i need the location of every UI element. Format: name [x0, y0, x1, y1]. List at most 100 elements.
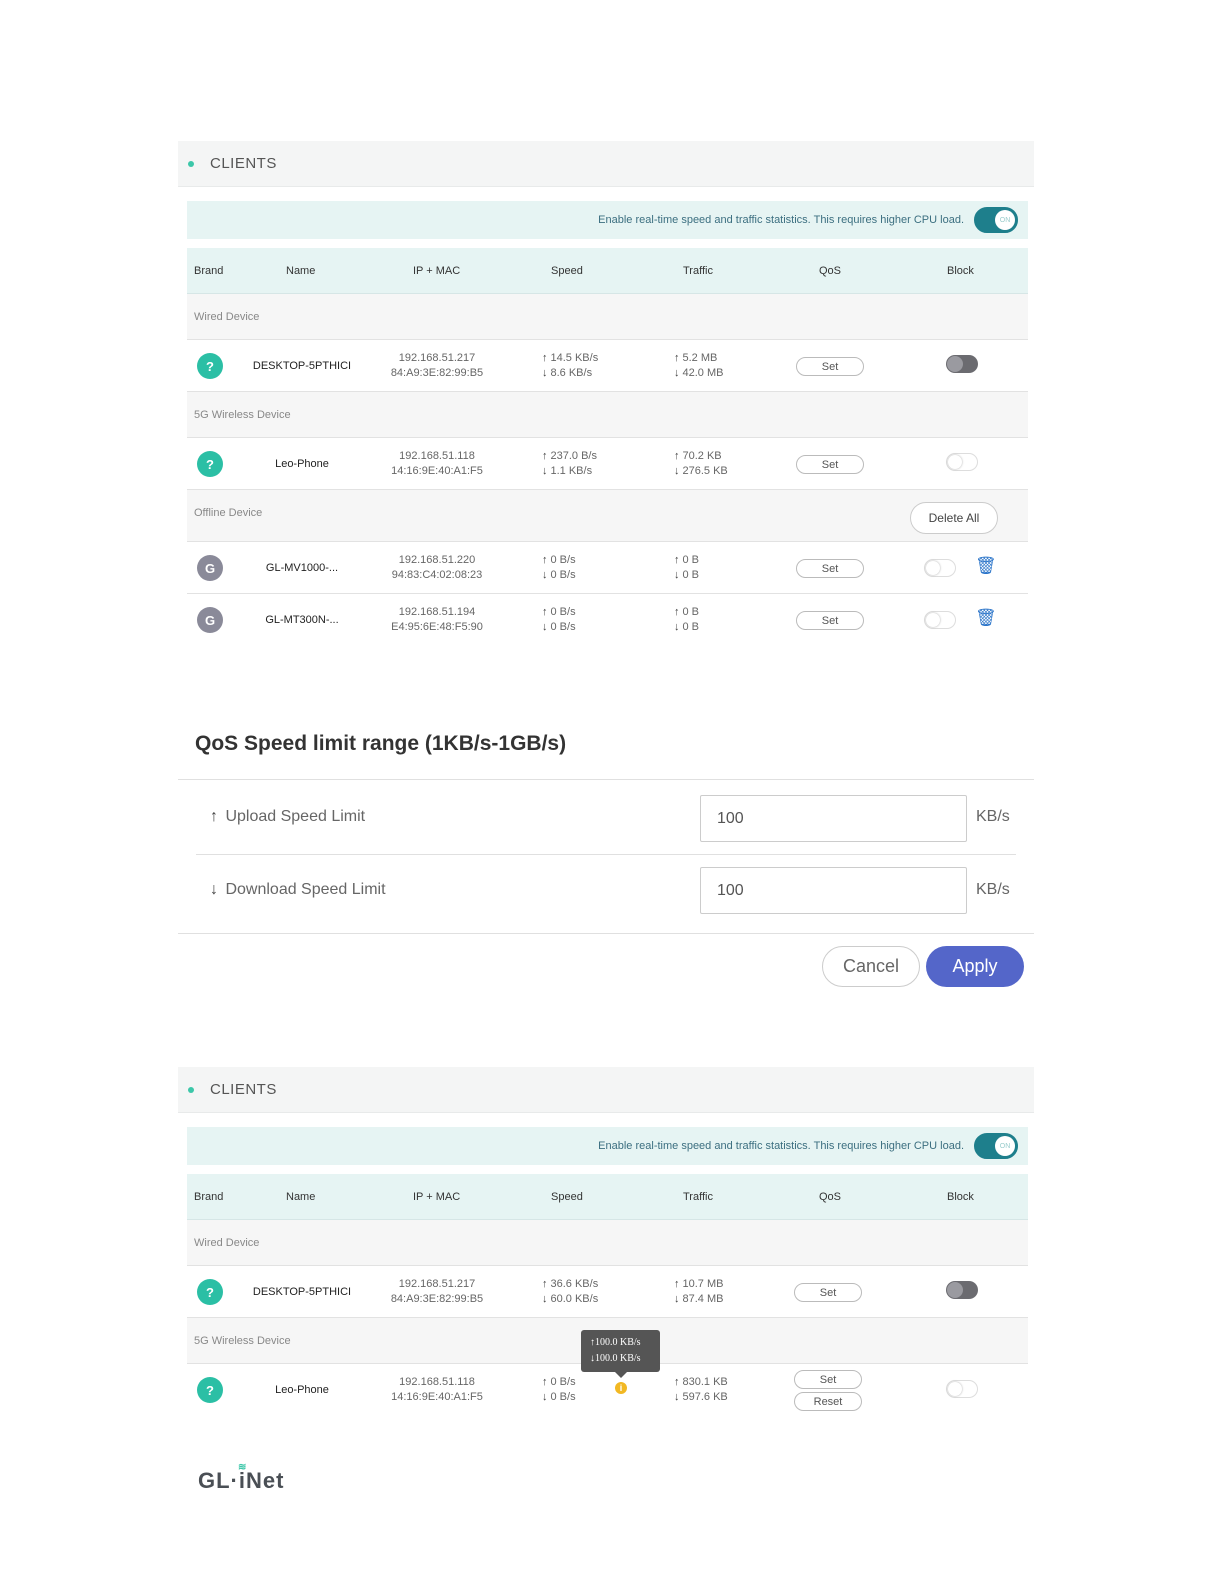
col-brand: Brand [194, 1191, 224, 1203]
apply-button[interactable]: Apply [926, 946, 1024, 987]
gl-brand-icon: G [197, 607, 223, 633]
device-name: DESKTOP-5PTHICI [252, 360, 352, 372]
qos-set-button[interactable]: Set [796, 559, 864, 578]
speed: ↑ 0 B/s ↓ 0 B/s [542, 553, 576, 583]
stats-toggle[interactable]: ON [974, 207, 1018, 233]
qos-reset-button[interactable]: Reset [794, 1392, 862, 1411]
arrow-up-icon: ↑ [674, 1278, 680, 1290]
device-name: Leo-Phone [275, 1384, 329, 1396]
block-toggle[interactable] [946, 355, 978, 373]
toggle-knob: ON [995, 210, 1015, 230]
arrow-up-icon: ↑ [542, 352, 548, 364]
speed: ↑ 0 B/s ↓ 0 B/s [542, 605, 576, 635]
stats-bar: Enable real-time speed and traffic stati… [187, 1127, 1028, 1165]
delete-all-button[interactable]: Delete All [910, 502, 998, 534]
speed-down: 0 B/s [550, 569, 576, 581]
speed-up: 0 B/s [550, 554, 576, 566]
block-toggle[interactable] [946, 1380, 978, 1398]
cancel-button[interactable]: Cancel [822, 946, 920, 987]
group-label: Offline Device [194, 507, 263, 519]
traffic: ↑ 0 B ↓ 0 B [674, 553, 699, 583]
traffic: ↑ 830.1 KB ↓ 597.6 KB [674, 1375, 728, 1405]
speed-down: 0 B/s [550, 1391, 576, 1403]
device-name: GL-MV1000-... [265, 562, 339, 574]
wifi-icon: ≋ [238, 1462, 248, 1473]
col-qos: QoS [819, 265, 842, 277]
qos-set-button[interactable]: Set [796, 455, 864, 474]
col-name: Name [286, 1191, 316, 1203]
group-label: Wired Device [194, 311, 260, 323]
unit-label: KB/s [976, 881, 1010, 898]
traffic-up: 830.1 KB [682, 1376, 728, 1388]
divider [178, 779, 1034, 780]
group-offline: Offline Device Delete All [187, 490, 1028, 542]
col-traffic: Traffic [683, 1191, 713, 1203]
col-ip-mac: IP + MAC [413, 1191, 461, 1203]
traffic-down: 0 B [682, 621, 700, 633]
col-speed: Speed [551, 1191, 583, 1203]
trash-icon[interactable]: 🗑 [975, 608, 997, 628]
arrow-up-icon: ↑ [674, 1376, 680, 1388]
stats-toggle[interactable]: ON [974, 1133, 1018, 1159]
col-speed: Speed [551, 265, 583, 277]
ip-mac: 192.168.51.220 94:83:C4:02:08:23 [382, 553, 492, 583]
ip: 192.168.51.217 [398, 352, 476, 364]
traffic-up: 0 B [682, 554, 700, 566]
upload-limit-input[interactable]: 100 [700, 795, 967, 842]
arrow-down-icon: ↓ [542, 621, 548, 633]
table-row: ? Leo-Phone 192.168.51.118 14:16:9E:40:A1… [187, 438, 1028, 490]
qos-set-button[interactable]: Set [794, 1370, 862, 1389]
group-wired: Wired Device [187, 1220, 1028, 1266]
col-brand: Brand [194, 265, 224, 277]
qos-set-button[interactable]: Set [796, 611, 864, 630]
arrow-down-icon: ↓ [674, 1293, 680, 1305]
table-row: ? DESKTOP-5PTHICI 192.168.51.217 84:A9:3E… [187, 340, 1028, 392]
table-header: Brand Name IP + MAC Speed Traffic QoS Bl… [187, 248, 1028, 294]
qos-set-button[interactable]: Set [796, 357, 864, 376]
unknown-brand-icon: ? [197, 353, 223, 379]
qos-set-button[interactable]: Set [794, 1283, 862, 1302]
toggle-knob [947, 1282, 963, 1298]
gl-inet-logo: ≋ GL·iNet [198, 1462, 284, 1494]
arrow-up-icon: ↑ [674, 352, 680, 364]
arrow-up-icon: ↑ [674, 554, 680, 566]
speed-up: 237.0 B/s [550, 450, 597, 462]
download-limit-label: ↓ Download Speed Limit [210, 881, 386, 899]
toggle-knob [948, 1382, 962, 1396]
toggle-knob [926, 561, 940, 575]
traffic-up: 5.2 MB [682, 352, 718, 364]
toggle-knob [948, 455, 962, 469]
traffic-up: 0 B [682, 606, 700, 618]
ip: 192.168.51.220 [398, 554, 476, 566]
upload-limit-label: ↑ Upload Speed Limit [210, 808, 365, 826]
unknown-brand-icon: ? [197, 1377, 223, 1403]
ip: 192.168.51.118 [399, 450, 475, 462]
col-block: Block [947, 265, 974, 277]
col-qos: QoS [819, 1191, 842, 1203]
unit-label: KB/s [976, 808, 1010, 825]
device-name: DESKTOP-5PTHICI [252, 1286, 352, 1298]
device-name: GL-MT300N-... [265, 614, 339, 626]
status-dot [188, 1086, 194, 1093]
info-icon[interactable]: i [615, 1382, 627, 1394]
col-name: Name [286, 265, 316, 277]
download-limit-input[interactable]: 100 [700, 867, 967, 914]
trash-icon[interactable]: 🗑 [975, 556, 997, 576]
speed-down: 0 B/s [550, 621, 576, 633]
toggle-knob [926, 613, 940, 627]
arrow-down-icon: ↓ [542, 367, 548, 379]
block-toggle[interactable] [946, 453, 978, 471]
arrow-up-icon: ↑ [542, 606, 548, 618]
arrow-down-icon: ↓ [674, 621, 680, 633]
block-toggle[interactable] [946, 1281, 978, 1299]
col-block: Block [947, 1191, 974, 1203]
arrow-down-icon: ↓ [542, 569, 548, 581]
panel-header: CLIENTS [178, 141, 1034, 187]
block-toggle[interactable] [924, 559, 956, 577]
speed: ↑ 36.6 KB/s ↓ 60.0 KB/s [542, 1277, 598, 1307]
block-toggle[interactable] [924, 611, 956, 629]
traffic-down: 276.5 KB [682, 465, 728, 477]
table-header: Brand Name IP + MAC Speed Traffic QoS Bl… [187, 1174, 1028, 1220]
ip-mac: 192.168.51.118 14:16:9E:40:A1:F5 [382, 1375, 492, 1405]
arrow-down-icon: ↓ [542, 1391, 548, 1403]
